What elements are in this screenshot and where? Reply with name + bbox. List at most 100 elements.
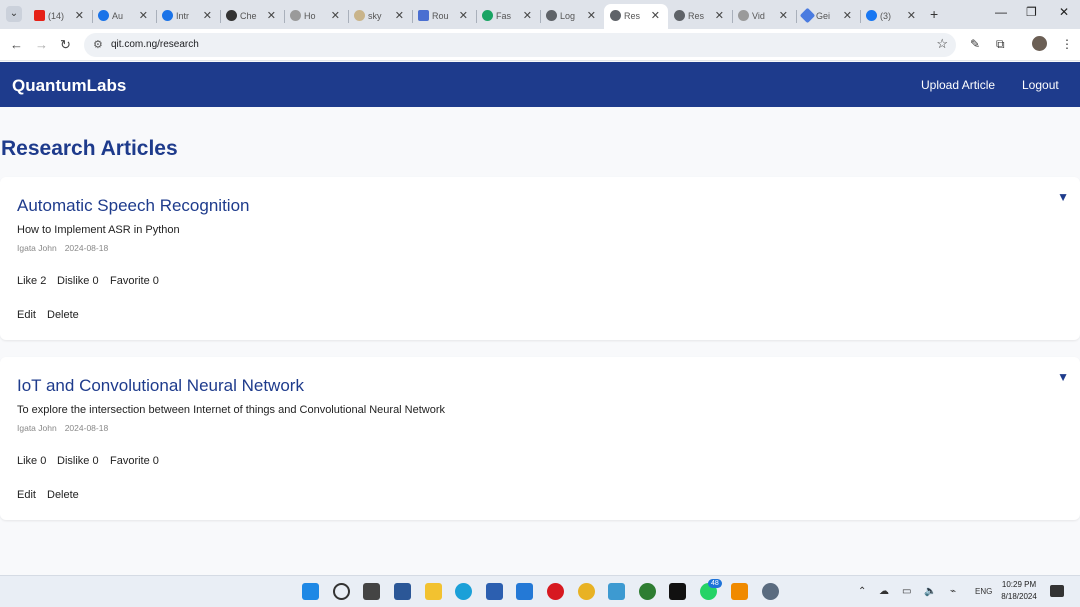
close-tab-icon[interactable]: ✕: [75, 9, 84, 22]
like-button[interactable]: Like 2: [17, 275, 46, 287]
browser-tab[interactable]: Che ✕: [220, 4, 284, 29]
dislike-button[interactable]: Dislike 0: [57, 455, 99, 467]
favorite-button[interactable]: Favorite 0: [110, 455, 159, 467]
close-tab-icon[interactable]: ✕: [715, 9, 724, 22]
new-tab-plus-icon[interactable]: +: [930, 6, 938, 22]
onedrive-cloud-icon[interactable]: ☁: [879, 586, 889, 597]
browser-tab[interactable]: (3) ✕: [860, 4, 924, 29]
vscode-icon[interactable]: [516, 583, 533, 600]
back-arrow-icon[interactable]: ←: [10, 37, 23, 52]
dislike-button[interactable]: Dislike 0: [57, 275, 99, 287]
browser-tab[interactable]: Au ✕: [92, 4, 156, 29]
opera-icon[interactable]: [547, 583, 564, 600]
more-menu-icon[interactable]: ⋮: [1061, 37, 1073, 51]
bookmark-star-icon[interactable]: ☆: [936, 36, 948, 52]
store-icon[interactable]: [486, 583, 503, 600]
browser-tab[interactable]: Intr ✕: [156, 4, 220, 29]
chrome-page-icon: [162, 10, 173, 21]
edit-button[interactable]: Edit: [17, 309, 36, 321]
chrome-icon[interactable]: [578, 583, 595, 600]
notepad-icon[interactable]: [608, 583, 625, 600]
browser-tab[interactable]: Log ✕: [540, 4, 604, 29]
article-card: Automatic Speech Recognition ▼ How to Im…: [0, 177, 1080, 340]
network-icon[interactable]: ⌁: [950, 586, 956, 597]
delete-button[interactable]: Delete: [47, 489, 79, 501]
volume-icon[interactable]: 🔈: [924, 586, 936, 597]
widgets-icon[interactable]: [394, 583, 411, 600]
edge-icon[interactable]: [455, 583, 472, 600]
close-tab-icon[interactable]: ✕: [523, 9, 532, 22]
extensions-puzzle-icon[interactable]: ⧉: [996, 37, 1005, 52]
page-icon: [354, 10, 365, 21]
windows-start-icon[interactable]: [302, 583, 319, 600]
url-text[interactable]: qit.com.ng/research: [111, 39, 199, 50]
close-tab-icon[interactable]: ✕: [203, 9, 212, 22]
close-tab-icon[interactable]: ✕: [779, 9, 788, 22]
notification-icon[interactable]: [1050, 585, 1064, 597]
browser-tab-strip: ⌄ (14) ✕ Au ✕ Intr ✕ Che ✕ Ho ✕ sky ✕ Rou ✕ Fas…: [0, 0, 1080, 29]
reload-icon[interactable]: ↻: [60, 37, 71, 53]
browser-tab[interactable]: Rou ✕: [412, 4, 476, 29]
logout-link[interactable]: Logout: [1022, 78, 1059, 92]
globe-icon: [674, 10, 685, 21]
minimize-icon[interactable]: —: [995, 5, 1007, 19]
close-tab-icon[interactable]: ✕: [459, 9, 468, 22]
globe-icon: [610, 10, 621, 21]
browser-tab[interactable]: Fas ✕: [476, 4, 540, 29]
close-window-icon[interactable]: ✕: [1059, 5, 1069, 19]
expand-triangle-icon[interactable]: ▼: [1057, 370, 1069, 384]
forward-arrow-icon[interactable]: →: [35, 37, 48, 52]
article-title[interactable]: Automatic Speech Recognition: [17, 196, 249, 216]
mongodb-icon[interactable]: [639, 583, 656, 600]
close-tab-icon[interactable]: ✕: [651, 9, 660, 22]
file-explorer-icon[interactable]: [425, 583, 442, 600]
vlc-icon[interactable]: [731, 583, 748, 600]
browser-tab[interactable]: (14) ✕: [28, 4, 92, 29]
close-tab-icon[interactable]: ✕: [395, 9, 404, 22]
browser-tab[interactable]: Vid ✕: [732, 4, 796, 29]
expand-triangle-icon[interactable]: ▼: [1057, 190, 1069, 204]
close-tab-icon[interactable]: ✕: [331, 9, 340, 22]
browser-tab[interactable]: sky ✕: [348, 4, 412, 29]
close-tab-icon[interactable]: ✕: [843, 9, 852, 22]
site-settings-icon[interactable]: ⚙: [93, 38, 103, 51]
search-icon[interactable]: [333, 583, 350, 600]
edit-button[interactable]: Edit: [17, 489, 36, 501]
article-author: Igata John: [17, 423, 57, 433]
tray-chevron-up-icon[interactable]: ⌃: [858, 586, 866, 597]
site-header: QuantumLabs Upload Article Logout: [0, 62, 1080, 107]
page-icon: [290, 10, 301, 21]
router-icon: [418, 10, 429, 21]
browser-tab[interactable]: Ho ✕: [284, 4, 348, 29]
extension-pen-icon[interactable]: ✎: [970, 37, 980, 51]
address-bar[interactable]: ⚙ qit.com.ng/research ☆: [84, 33, 956, 57]
close-tab-icon[interactable]: ✕: [587, 9, 596, 22]
tab-search-chevron-icon[interactable]: ⌄: [6, 6, 22, 22]
windows-taskbar: 48 ⌃ ☁ ▭ 🔈 ⌁ ENG 10:29 PM 8/18/2024: [0, 575, 1080, 607]
chatgpt-icon: [226, 10, 237, 21]
article-date: 2024-08-18: [64, 423, 109, 433]
restore-icon[interactable]: ❐: [1026, 5, 1037, 19]
terminal-icon[interactable]: [669, 583, 686, 600]
upload-article-link[interactable]: Upload Article: [921, 78, 995, 92]
task-view-icon[interactable]: [363, 583, 380, 600]
language-indicator[interactable]: ENG: [975, 587, 992, 596]
system-clock[interactable]: 10:29 PM 8/18/2024: [1000, 580, 1038, 601]
settings-gear-icon[interactable]: [762, 583, 779, 600]
browser-tab[interactable]: Gei ✕: [796, 4, 860, 29]
close-tab-icon[interactable]: ✕: [267, 9, 276, 22]
battery-icon[interactable]: ▭: [902, 586, 911, 597]
brand-logo[interactable]: QuantumLabs: [12, 76, 126, 96]
article-description: To explore the intersection between Inte…: [17, 404, 446, 416]
close-tab-icon[interactable]: ✕: [907, 9, 916, 22]
browser-tab-active[interactable]: Res ✕: [604, 4, 668, 29]
delete-button[interactable]: Delete: [47, 309, 79, 321]
youtube-icon: [34, 10, 45, 21]
browser-tab[interactable]: Res ✕: [668, 4, 732, 29]
profile-avatar[interactable]: [1032, 36, 1047, 51]
like-button[interactable]: Like 0: [17, 455, 46, 467]
close-tab-icon[interactable]: ✕: [139, 9, 148, 22]
whatsapp-badge: 48: [708, 579, 722, 588]
article-title[interactable]: IoT and Convolutional Neural Network: [17, 376, 304, 396]
favorite-button[interactable]: Favorite 0: [110, 275, 159, 287]
